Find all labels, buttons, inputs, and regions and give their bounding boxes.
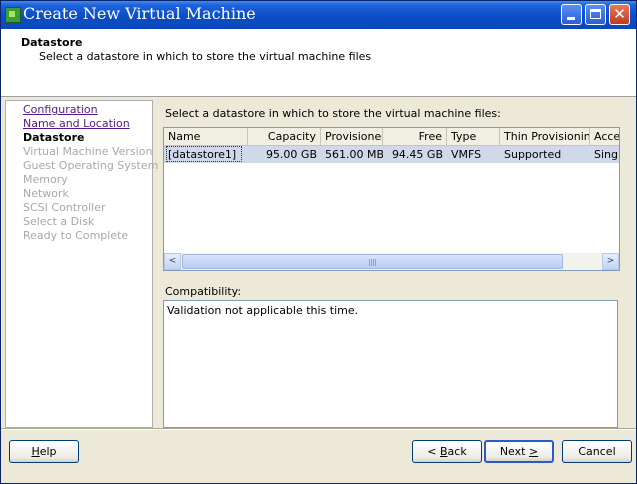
grip-icon (368, 259, 377, 266)
maximize-icon (590, 9, 601, 19)
scroll-left-button[interactable]: < (164, 253, 181, 270)
column-header-name[interactable]: Name (164, 128, 248, 146)
scrollbar-thumb[interactable] (182, 254, 563, 269)
column-header-capacity[interactable]: Capacity (248, 128, 321, 146)
minimize-icon (567, 17, 575, 20)
sidebar-item-vm-version: Virtual Machine Version (23, 145, 153, 158)
title-bar[interactable]: Create New Virtual Machine ✕ (1, 1, 636, 29)
cell-thin-provisioning[interactable]: Supported (500, 146, 590, 163)
compatibility-message: Validation not applicable this time. (167, 304, 359, 317)
chevron-left-icon: < (168, 256, 177, 266)
sidebar-item-scsi-controller: SCSI Controller (23, 201, 106, 214)
next-label-prefix: Next (499, 445, 529, 458)
cell-name[interactable]: [datastore1] (164, 146, 248, 163)
back-label-suffix: ack (447, 445, 467, 458)
close-icon: ✕ (613, 5, 626, 23)
minimize-button[interactable] (561, 4, 582, 25)
sidebar-item-guest-os: Guest Operating System (23, 159, 159, 172)
vm-app-icon (5, 7, 21, 23)
chevron-right-icon: > (606, 256, 615, 266)
back-label-prefix: < (427, 445, 440, 458)
wizard-steps-sidebar: Configuration Name and Location Datastor… (5, 100, 158, 428)
compatibility-box: Validation not applicable this time. (163, 300, 618, 428)
sidebar-item-configuration[interactable]: Configuration (23, 103, 98, 116)
sidebar-item-name-and-location[interactable]: Name and Location (23, 117, 130, 130)
page-header: Datastore Select a datastore in which to… (1, 29, 636, 97)
next-accelerator: > (528, 445, 539, 458)
window-title: Create New Virtual Machine (23, 4, 256, 23)
sidebar-item-ready-to-complete: Ready to Complete (23, 229, 129, 242)
column-header-access[interactable]: Acces (590, 128, 619, 146)
column-header-thin-provisioning[interactable]: Thin Provisioning (500, 128, 590, 146)
page-title: Datastore (21, 36, 83, 49)
cell-free[interactable]: 94.45 GB (383, 146, 447, 163)
column-header-free[interactable]: Free (383, 128, 447, 146)
sidebar-item-select-disk: Select a Disk (23, 215, 95, 228)
back-button[interactable]: < Back (412, 440, 482, 463)
wizard-window: Create New Virtual Machine ✕ Datastore S… (0, 0, 637, 484)
next-button[interactable]: Next > (484, 440, 554, 463)
cell-access[interactable]: Single (590, 146, 619, 163)
cell-capacity[interactable]: 95.00 GB (248, 146, 321, 163)
help-accelerator: H (31, 445, 40, 458)
column-header-type[interactable]: Type (447, 128, 500, 146)
cancel-button[interactable]: Cancel (562, 440, 632, 463)
sidebar-item-memory: Memory (23, 173, 68, 186)
compatibility-label: Compatibility: (165, 285, 242, 298)
close-button[interactable]: ✕ (609, 4, 630, 25)
horizontal-scrollbar[interactable]: < > (164, 253, 619, 270)
cell-type[interactable]: VMFS (447, 146, 500, 163)
back-accelerator: B (440, 445, 448, 458)
maximize-button[interactable] (585, 4, 606, 25)
datastore-prompt: Select a datastore in which to store the… (165, 107, 501, 120)
sidebar-item-datastore: Datastore (23, 131, 85, 144)
datastore-list[interactable]: Name Capacity Provisioned Free Type Thin… (163, 127, 620, 271)
cell-provisioned[interactable]: 561.00 MB (321, 146, 383, 163)
column-header-provisioned[interactable]: Provisioned (321, 128, 383, 146)
footer-divider (1, 428, 636, 430)
page-subtitle: Select a datastore in which to store the… (39, 50, 372, 63)
help-label-suffix: elp (39, 445, 57, 458)
help-button[interactable]: Help (9, 440, 79, 463)
sidebar-item-network: Network (23, 187, 69, 200)
scroll-right-button[interactable]: > (602, 253, 619, 270)
